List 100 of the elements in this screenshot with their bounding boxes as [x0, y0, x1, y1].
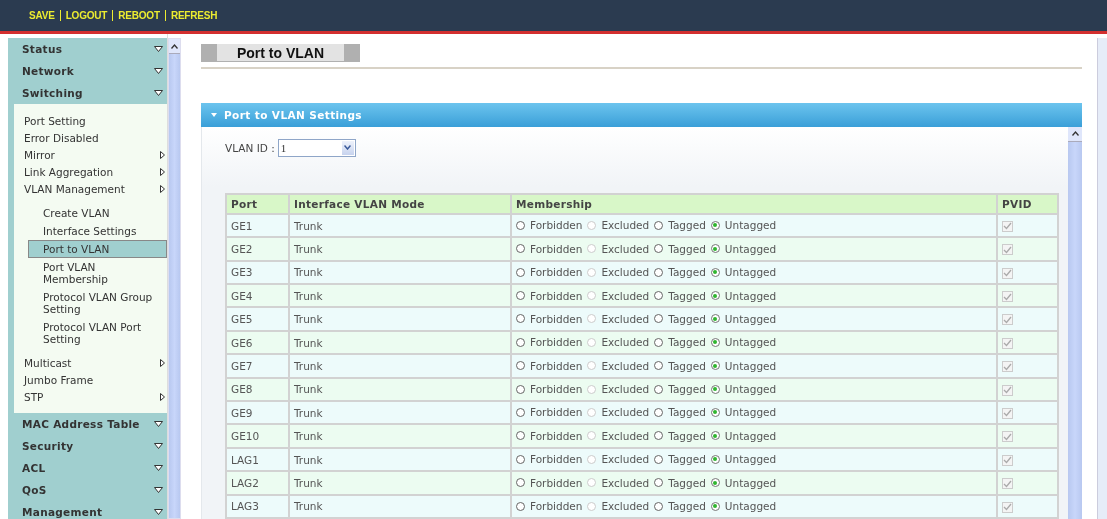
scrollbar[interactable] — [1068, 126, 1082, 519]
radio-button[interactable] — [654, 431, 664, 441]
table-cell: Trunk — [289, 330, 511, 355]
radio-button[interactable] — [654, 501, 664, 511]
radio-button[interactable] — [710, 408, 720, 417]
top-link[interactable]: SAVE — [29, 10, 60, 21]
radio-button[interactable] — [710, 244, 720, 254]
sidebar-item[interactable]: Jumbo Frame — [14, 371, 167, 388]
radio-button[interactable] — [710, 267, 720, 277]
radio-button[interactable] — [516, 384, 525, 394]
sidebar-section[interactable]: Switching — [8, 82, 167, 104]
radio-button[interactable] — [516, 244, 525, 254]
radio-label: Tagged — [668, 500, 706, 513]
radio-button[interactable] — [710, 478, 720, 488]
table-cell: Trunk — [289, 237, 511, 261]
radio-label: Excluded — [601, 500, 650, 513]
radio-button[interactable] — [516, 408, 525, 417]
radio-label: Forbidden — [530, 500, 583, 513]
top-link[interactable]: REFRESH — [164, 10, 223, 21]
sidebar-section[interactable]: Network — [8, 60, 167, 82]
radio-button[interactable] — [654, 384, 664, 394]
radio-button[interactable] — [710, 431, 720, 441]
top-link[interactable]: REBOOT — [112, 10, 165, 21]
column-header: Interface VLAN Mode — [289, 193, 511, 214]
table-cell: GE10 — [226, 424, 289, 448]
triangle-right-icon — [160, 392, 165, 401]
radio-button[interactable] — [710, 314, 720, 324]
radio-button[interactable] — [710, 220, 720, 230]
radio-button[interactable] — [516, 501, 525, 511]
table-cell: LAG1 — [226, 447, 289, 472]
radio-label: Excluded — [601, 219, 650, 232]
radio-button[interactable] — [654, 220, 664, 230]
radio-button[interactable] — [654, 361, 664, 371]
radio-button[interactable] — [654, 478, 664, 488]
radio-button[interactable] — [654, 244, 664, 254]
table-cell: Trunk — [289, 284, 511, 308]
table-cell: Trunk — [289, 260, 511, 285]
sidebar-section[interactable]: Management — [8, 501, 167, 519]
radio-button[interactable] — [654, 314, 664, 324]
radio-label: Untagged — [724, 242, 777, 255]
sidebar-subitem[interactable]: Port to VLAN — [28, 240, 167, 258]
radio-button[interactable] — [710, 454, 720, 464]
radio-button[interactable] — [516, 454, 525, 464]
sidebar-subitem[interactable]: Interface Settings — [28, 222, 167, 240]
sidebar-item[interactable]: Mirror — [14, 146, 167, 163]
radio-label: Excluded — [601, 266, 650, 279]
radio-button[interactable] — [710, 501, 720, 511]
sidebar-section[interactable]: Status — [8, 38, 167, 60]
top-link[interactable]: LOGOUT — [59, 10, 113, 21]
sidebar-section[interactable]: QoS — [8, 479, 167, 501]
radio-button[interactable] — [516, 291, 525, 301]
radio-button[interactable] — [710, 337, 720, 347]
sidebar-subitem[interactable]: Port VLAN Membership — [28, 258, 167, 288]
radio-button[interactable] — [710, 291, 720, 301]
scroll-up-button[interactable] — [169, 39, 180, 54]
radio-button[interactable] — [516, 361, 525, 371]
sidebar-section[interactable]: MAC Address Table — [8, 413, 167, 435]
vlan-id-select[interactable]: 1 — [277, 138, 356, 157]
sidebar-section[interactable]: Security — [8, 435, 167, 457]
radio-label: Forbidden — [530, 289, 583, 302]
radio-button[interactable] — [654, 267, 664, 277]
table-cell: Trunk — [289, 213, 511, 238]
radio-button[interactable] — [516, 267, 525, 277]
radio-button[interactable] — [654, 408, 664, 417]
table-cell: GE7 — [226, 354, 289, 378]
radio-label: Forbidden — [530, 453, 583, 466]
table-cell: Trunk — [289, 377, 511, 402]
radio-label: Untagged — [724, 476, 777, 489]
radio-label: Untagged — [724, 266, 777, 279]
radio-button[interactable] — [654, 291, 664, 301]
radio-button[interactable] — [516, 220, 525, 230]
sidebar-item[interactable]: Link Aggregation — [14, 163, 167, 180]
radio-label: Untagged — [724, 429, 777, 442]
caret-down-icon — [154, 443, 163, 449]
sidebar-item[interactable]: Multicast — [14, 354, 167, 371]
radio-label: Forbidden — [530, 219, 583, 232]
radio-button[interactable] — [516, 478, 525, 488]
table-cell: LAG3 — [226, 494, 289, 518]
radio-label: Tagged — [668, 383, 706, 396]
sidebar-item[interactable]: Error Disabled — [14, 129, 167, 146]
sidebar-item[interactable]: VLAN Management — [14, 180, 167, 197]
radio-button[interactable] — [710, 384, 720, 394]
chevron-up-icon — [1071, 131, 1079, 137]
radio-label: Forbidden — [530, 429, 583, 442]
sidebar-subitem[interactable]: Create VLAN — [28, 204, 167, 222]
radio-button[interactable] — [516, 314, 525, 324]
sidebar-item[interactable]: Port Setting — [14, 112, 167, 129]
sidebar-subitem[interactable]: Protocol VLAN Port Setting — [28, 318, 167, 348]
radio-label: Excluded — [601, 406, 650, 419]
radio-button[interactable] — [654, 454, 664, 464]
sidebar-section[interactable]: ACL — [8, 457, 167, 479]
scrollbar[interactable] — [168, 38, 181, 519]
radio-label: Forbidden — [530, 476, 583, 489]
radio-button[interactable] — [516, 337, 525, 347]
sidebar-subitem[interactable]: Protocol VLAN Group Setting — [28, 288, 167, 318]
radio-button[interactable] — [710, 361, 720, 371]
scrollbar[interactable] — [1097, 38, 1107, 519]
radio-button[interactable] — [516, 431, 525, 441]
radio-button[interactable] — [654, 337, 664, 347]
sidebar-item[interactable]: STP — [14, 388, 167, 405]
